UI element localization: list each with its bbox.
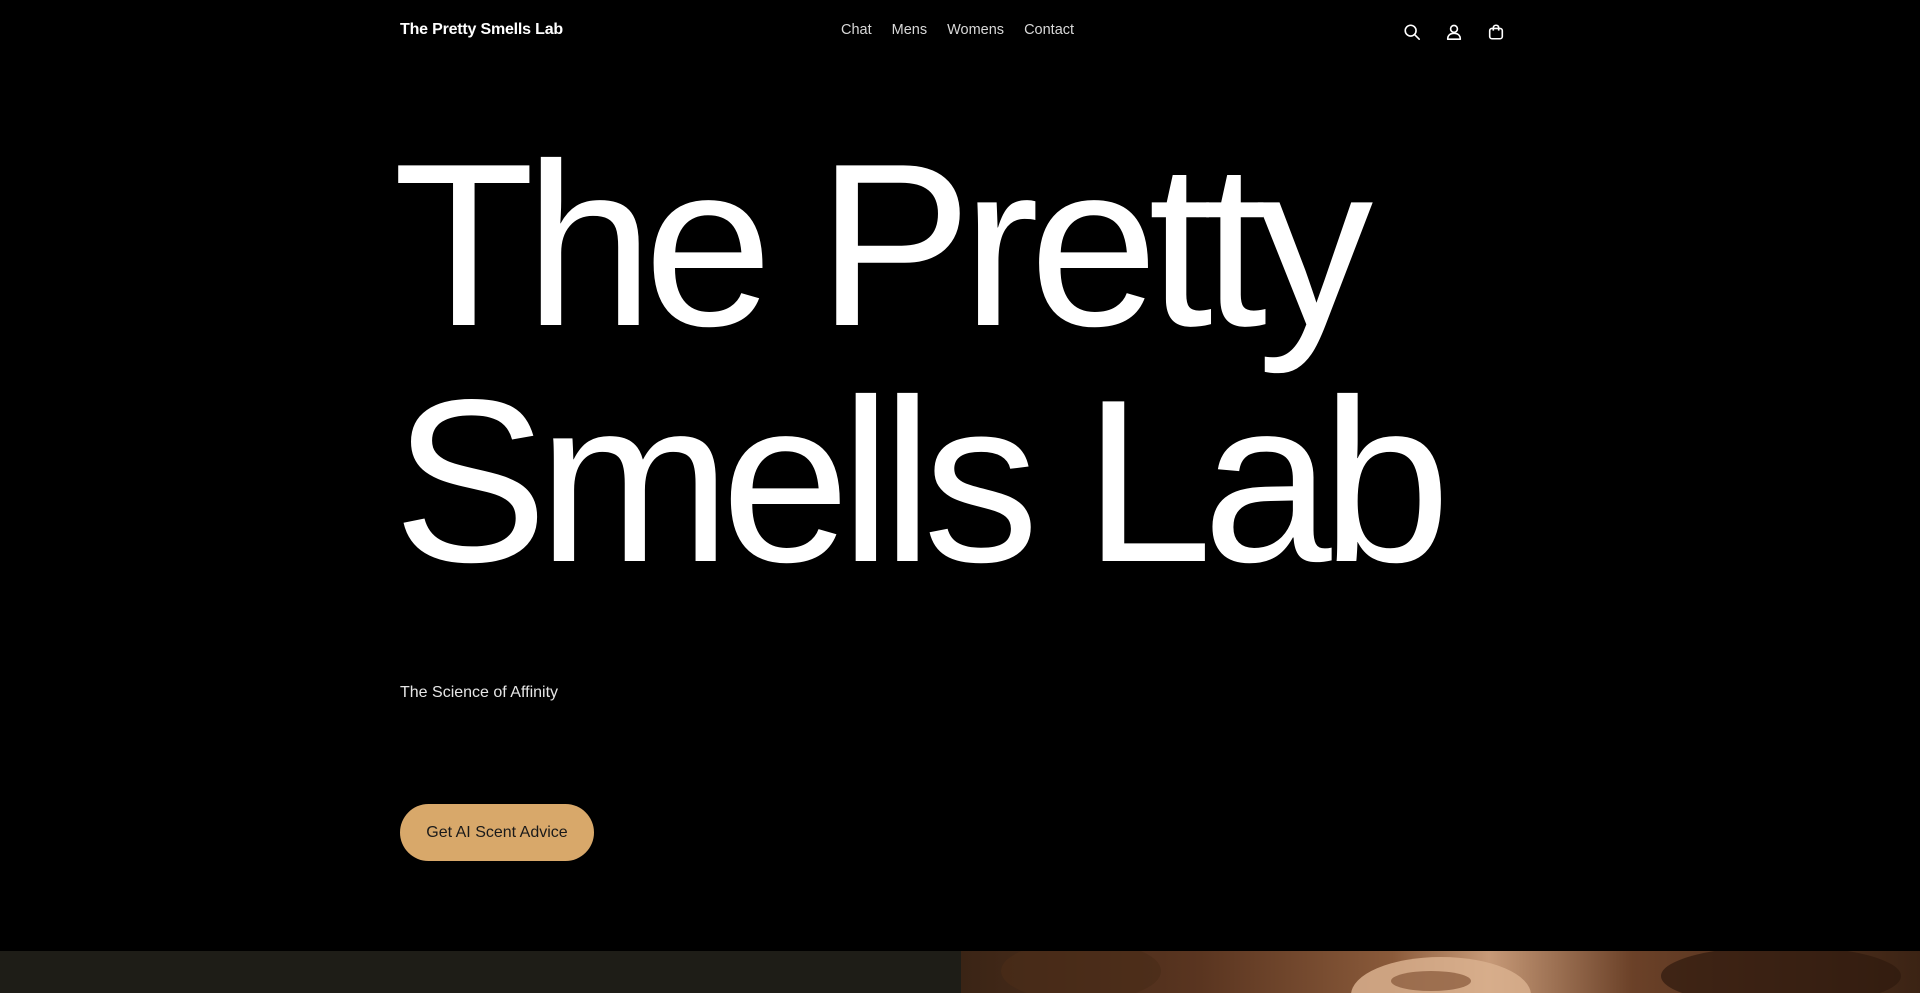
nav-link-chat[interactable]: Chat [841, 22, 872, 38]
footer-band [0, 951, 961, 993]
nav-link-contact[interactable]: Contact [1024, 22, 1074, 38]
nav-link-womens[interactable]: Womens [947, 22, 1004, 38]
site-header: The Pretty Smells Lab Chat Mens Womens C… [0, 0, 1920, 64]
header-icons [1400, 20, 1526, 44]
search-icon[interactable] [1400, 20, 1424, 44]
account-icon[interactable] [1442, 20, 1466, 44]
hero-title: The Pretty Smells Lab [393, 128, 1543, 600]
ai-scent-advice-button[interactable]: Get AI Scent Advice [400, 804, 594, 861]
hero-title-line-2: Smells Lab [393, 352, 1451, 611]
main-nav: Chat Mens Womens Contact [841, 22, 1094, 38]
hero-subtitle: The Science of Affinity [400, 684, 559, 701]
nav-link-mens[interactable]: Mens [892, 22, 927, 38]
brand-logo-link[interactable]: The Pretty Smells Lab [400, 21, 563, 39]
painting-image [961, 951, 1920, 993]
cart-icon[interactable] [1484, 20, 1508, 44]
hero-title-line-1: The Pretty [393, 116, 1373, 375]
